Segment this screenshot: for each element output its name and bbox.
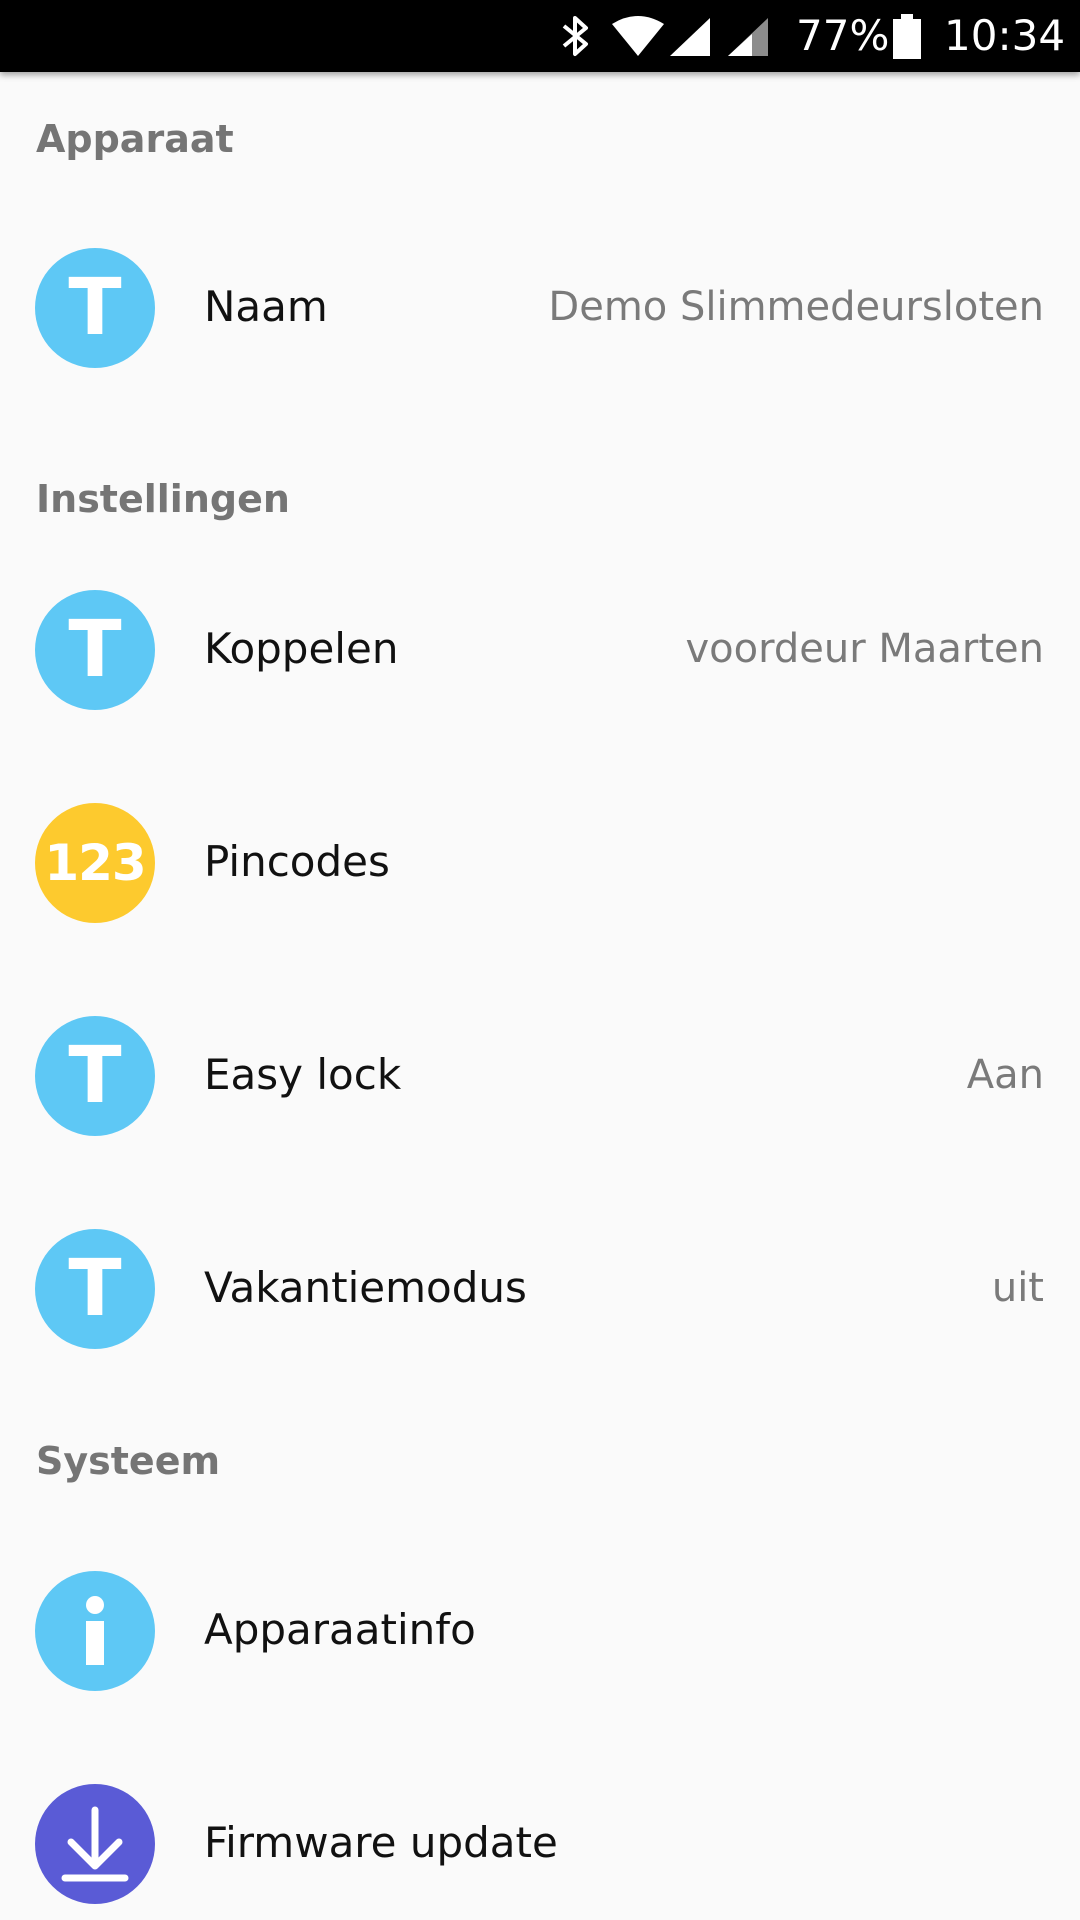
letter-t-icon: T bbox=[35, 1016, 155, 1136]
setting-value: voordeur Maarten bbox=[685, 626, 1045, 672]
signal-icon-2 bbox=[728, 18, 768, 56]
setting-title: Koppelen bbox=[204, 624, 399, 673]
letter-t-icon: T bbox=[35, 590, 155, 710]
bluetooth-icon bbox=[562, 16, 588, 56]
setting-value: Demo Slimmedeursloten bbox=[548, 284, 1044, 330]
setting-value: uit bbox=[991, 1265, 1044, 1311]
setting-value: Aan bbox=[966, 1052, 1044, 1098]
pincode-icon: 123 bbox=[35, 803, 155, 923]
setting-title: Vakantiemodus bbox=[204, 1263, 527, 1312]
setting-title: Naam bbox=[204, 282, 328, 331]
signal-icon bbox=[670, 18, 710, 56]
section-header-apparaat: Apparaat bbox=[36, 117, 234, 161]
settings-list[interactable]: Apparaat T Naam Demo Slimmedeursloten In… bbox=[0, 72, 1080, 1920]
battery-icon bbox=[893, 14, 921, 59]
setting-title: Easy lock bbox=[204, 1050, 402, 1099]
setting-row-vakantiemodus[interactable]: T Vakantiemodus uit bbox=[0, 1182, 1080, 1395]
setting-title: Firmware update bbox=[204, 1818, 558, 1867]
section-header-instellingen: Instellingen bbox=[36, 477, 290, 521]
clock: 10:34 bbox=[944, 11, 1066, 60]
battery-percent: 77% bbox=[796, 11, 890, 60]
setting-title: Apparaatinfo bbox=[204, 1605, 476, 1654]
setting-row-pincodes[interactable]: 123 Pincodes bbox=[0, 756, 1080, 969]
avatar-letter: T bbox=[68, 1244, 122, 1334]
setting-row-koppelen[interactable]: T Koppelen voordeur Maarten bbox=[0, 543, 1080, 756]
wifi-icon bbox=[612, 16, 664, 56]
status-bar: 77% 10:34 bbox=[0, 0, 1080, 72]
section-header-systeem: Systeem bbox=[36, 1439, 221, 1483]
setting-row-easy-lock[interactable]: T Easy lock Aan bbox=[0, 969, 1080, 1182]
info-icon bbox=[35, 1571, 155, 1691]
setting-row-naam[interactable]: T Naam Demo Slimmedeursloten bbox=[0, 201, 1080, 414]
avatar-digits: 123 bbox=[44, 834, 146, 892]
avatar-letter: T bbox=[68, 263, 122, 353]
setting-row-apparaatinfo[interactable]: Apparaatinfo bbox=[0, 1524, 1080, 1737]
setting-row-firmware-update[interactable]: Firmware update bbox=[0, 1737, 1080, 1920]
setting-title: Pincodes bbox=[204, 837, 390, 886]
avatar-letter: T bbox=[68, 605, 122, 695]
letter-t-icon: T bbox=[35, 248, 155, 368]
avatar-letter: T bbox=[68, 1031, 122, 1121]
download-icon bbox=[35, 1784, 155, 1904]
letter-t-icon: T bbox=[35, 1229, 155, 1349]
